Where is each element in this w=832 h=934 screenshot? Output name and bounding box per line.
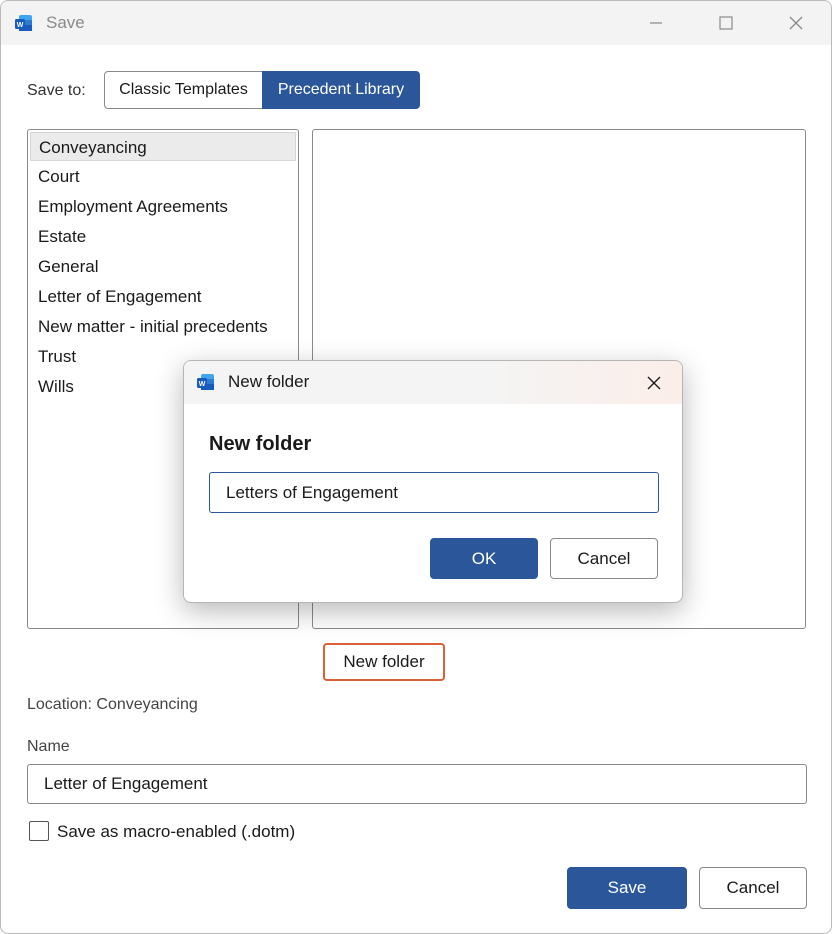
close-icon bbox=[647, 376, 661, 389]
classic-templates-toggle[interactable]: Classic Templates bbox=[104, 71, 263, 109]
modal-cancel-button[interactable]: Cancel bbox=[550, 538, 658, 579]
new-folder-name-input[interactable] bbox=[209, 472, 659, 513]
macro-enabled-label[interactable]: Save as macro-enabled (.dotm) bbox=[57, 822, 295, 842]
save-button[interactable]: Save bbox=[567, 867, 687, 909]
folder-item-court[interactable]: Court bbox=[30, 162, 296, 191]
close-icon bbox=[789, 16, 803, 30]
cancel-button[interactable]: Cancel bbox=[699, 867, 807, 909]
new-folder-button[interactable]: New folder bbox=[323, 643, 445, 681]
folder-item-letter-of-engagement[interactable]: Letter of Engagement bbox=[30, 282, 296, 311]
maximize-icon bbox=[719, 16, 733, 30]
word-app-icon: W bbox=[14, 13, 34, 33]
svg-text:W: W bbox=[17, 22, 24, 29]
maximize-button[interactable] bbox=[693, 1, 759, 45]
save-to-label: Save to: bbox=[27, 82, 86, 99]
new-folder-dialog-title: New folder bbox=[228, 372, 310, 391]
window-title: Save bbox=[46, 13, 85, 32]
new-folder-heading: New folder bbox=[209, 433, 312, 455]
new-folder-title-bar: W New folder bbox=[184, 361, 682, 404]
folder-item-conveyancing[interactable]: Conveyancing bbox=[30, 132, 296, 161]
svg-text:W: W bbox=[199, 381, 206, 388]
close-button[interactable] bbox=[763, 1, 829, 45]
word-app-icon: W bbox=[196, 372, 216, 392]
folder-item-new-matter[interactable]: New matter - initial precedents bbox=[30, 312, 296, 341]
ok-button[interactable]: OK bbox=[430, 538, 538, 579]
new-folder-close-button[interactable] bbox=[624, 361, 682, 404]
folder-item-employment-agreements[interactable]: Employment Agreements bbox=[30, 192, 296, 221]
folder-item-general[interactable]: General bbox=[30, 252, 296, 281]
name-input[interactable] bbox=[27, 764, 807, 804]
folder-item-estate[interactable]: Estate bbox=[30, 222, 296, 251]
location-text: Location: Conveyancing bbox=[27, 696, 198, 713]
precedent-library-toggle[interactable]: Precedent Library bbox=[262, 71, 420, 109]
macro-enabled-checkbox[interactable] bbox=[29, 821, 49, 841]
minimize-button[interactable] bbox=[623, 1, 689, 45]
title-bar: W Save bbox=[1, 1, 831, 45]
minimize-icon bbox=[650, 22, 662, 24]
new-folder-dialog: W New folder New folder OK Cancel bbox=[183, 360, 683, 603]
name-label: Name bbox=[27, 738, 70, 755]
